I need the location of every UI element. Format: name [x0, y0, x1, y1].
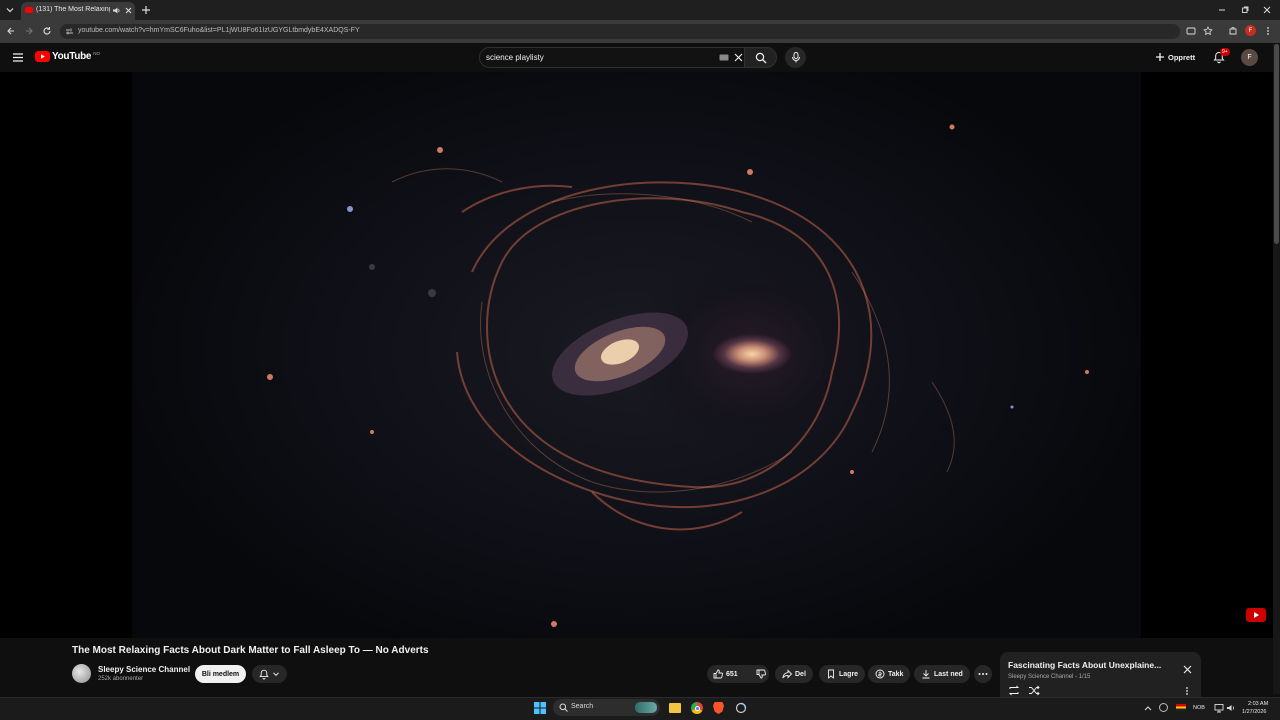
guide-menu-icon[interactable]: [12, 52, 24, 63]
flag-icon: [1176, 704, 1186, 711]
galaxy-artwork: [267, 124, 1089, 627]
save-label: Lagre: [839, 670, 859, 678]
tray-app-icon[interactable]: [1159, 703, 1168, 712]
chevron-up-icon[interactable]: [1144, 705, 1152, 711]
taskbar-search-label: Search: [571, 703, 594, 710]
thanks-button[interactable]: Takk: [868, 665, 911, 683]
windows-start-icon[interactable]: [534, 702, 546, 714]
download-button[interactable]: Last ned: [914, 665, 970, 683]
network-icon[interactable]: [1214, 703, 1224, 713]
thumbs-up-icon: [713, 669, 723, 679]
subscribe-watermark-icon[interactable]: [1246, 608, 1266, 622]
account-avatar[interactable]: F: [1241, 49, 1258, 66]
search-input[interactable]: science playlisty: [479, 47, 745, 68]
forward-icon[interactable]: [24, 26, 34, 36]
download-icon: [922, 670, 930, 679]
dislike-button[interactable]: [750, 665, 772, 683]
chrome-icon[interactable]: [691, 702, 703, 714]
close-playlist-icon[interactable]: [1183, 665, 1192, 674]
voice-search-button[interactable]: [785, 47, 806, 68]
notification-badge: 9+: [1220, 48, 1230, 56]
url-bar[interactable]: youtube.com/watch?v=hmYmSC6Fuho&list=PL1…: [60, 24, 1180, 39]
clock-time[interactable]: 2:03 AM: [1248, 701, 1268, 707]
channel-avatar[interactable]: [72, 664, 91, 683]
search-icon: [559, 703, 568, 712]
shuffle-icon[interactable]: [1028, 685, 1040, 696]
bookmark-star-icon[interactable]: [1203, 26, 1213, 36]
playlist-panel: Fascinating Facts About Unexplaine... Sl…: [1000, 652, 1201, 700]
extensions-icon[interactable]: [1228, 26, 1238, 36]
search-highlight-icon: [635, 702, 657, 713]
app-icon[interactable]: [735, 702, 747, 714]
youtube-logo[interactable]: YouTube NO: [35, 51, 100, 62]
url-text: youtube.com/watch?v=hmYmSC6Fuho&list=PL1…: [78, 27, 360, 34]
like-dislike-group: 651: [707, 665, 769, 683]
playlist-menu-icon[interactable]: [1184, 686, 1190, 696]
profile-avatar[interactable]: F: [1245, 25, 1256, 36]
plus-icon: [1156, 53, 1164, 61]
keyboard-icon[interactable]: [719, 54, 729, 61]
back-icon[interactable]: [6, 26, 16, 36]
share-icon: [782, 669, 792, 679]
youtube-logo-text: YouTube: [52, 51, 92, 62]
close-tab-icon[interactable]: [124, 6, 133, 15]
join-button[interactable]: Bli medlem: [195, 665, 246, 683]
reload-icon[interactable]: [42, 26, 52, 36]
youtube-region-code: NO: [93, 51, 100, 56]
search-query: science playlisty: [486, 53, 544, 62]
like-count: 651: [726, 670, 738, 678]
speaker-icon[interactable]: [112, 6, 121, 15]
tab-title: (131) The Most Relaxing Fa: [36, 6, 110, 13]
subscriber-count: 252k abonnenter: [98, 676, 144, 682]
new-tab-icon[interactable]: [141, 5, 151, 15]
browser-menu-icon[interactable]: [1265, 26, 1271, 36]
input-language[interactable]: NOB: [1193, 705, 1205, 711]
super-thanks-icon: [875, 669, 885, 679]
channel-name[interactable]: Sleepy Science Channel: [98, 665, 190, 674]
video-title: The Most Relaxing Facts About Dark Matte…: [72, 645, 429, 656]
thanks-label: Takk: [888, 670, 904, 678]
youtube-play-logo-icon: [35, 51, 50, 62]
browser-tab[interactable]: (131) The Most Relaxing Fa: [21, 2, 135, 20]
scrollbar-thumb[interactable]: [1274, 44, 1279, 244]
download-label: Last ned: [934, 670, 963, 678]
minimize-icon[interactable]: [1218, 6, 1226, 14]
like-button[interactable]: 651: [707, 665, 744, 683]
tab-search-button[interactable]: [5, 5, 15, 15]
site-info-icon[interactable]: [65, 27, 74, 36]
taskbar-search[interactable]: Search: [553, 699, 660, 716]
youtube-favicon-icon: [25, 7, 33, 13]
search-button[interactable]: [745, 47, 777, 68]
restore-icon[interactable]: [1241, 6, 1249, 14]
browser-tab-strip: (131) The Most Relaxing Fa: [0, 0, 1280, 20]
volume-icon[interactable]: [1226, 703, 1236, 713]
playlist-title[interactable]: Fascinating Facts About Unexplaine...: [1008, 660, 1173, 670]
search-icon: [755, 52, 767, 64]
notifications-button[interactable]: 9+: [1213, 48, 1230, 65]
create-label: Opprett: [1168, 52, 1196, 62]
chevron-down-icon: [6, 8, 14, 13]
video-frame-galaxy[interactable]: [132, 72, 1141, 638]
clock-date[interactable]: 1/27/2026: [1242, 709, 1266, 715]
more-actions-button[interactable]: [974, 665, 992, 683]
thumbs-down-icon: [756, 669, 766, 679]
microphone-icon: [792, 52, 800, 63]
cast-icon[interactable]: [1186, 26, 1196, 36]
clear-search-icon[interactable]: [734, 53, 743, 62]
more-horizontal-icon: [978, 673, 988, 675]
loop-icon[interactable]: [1008, 685, 1020, 696]
close-window-icon[interactable]: [1263, 6, 1271, 14]
save-button[interactable]: Lagre: [819, 665, 866, 683]
chevron-down-icon: [273, 672, 279, 677]
page-scrollbar[interactable]: [1273, 44, 1280, 694]
subscription-notifications-button[interactable]: [252, 665, 287, 683]
share-button[interactable]: Del: [775, 665, 813, 683]
bell-icon: [259, 669, 269, 679]
create-button[interactable]: Opprett: [1155, 48, 1195, 66]
bookmark-icon: [828, 669, 834, 679]
file-explorer-icon[interactable]: [669, 703, 681, 713]
share-label: Del: [795, 670, 806, 678]
playlist-meta: Sleepy Science Channel - 1/15: [1008, 674, 1091, 680]
